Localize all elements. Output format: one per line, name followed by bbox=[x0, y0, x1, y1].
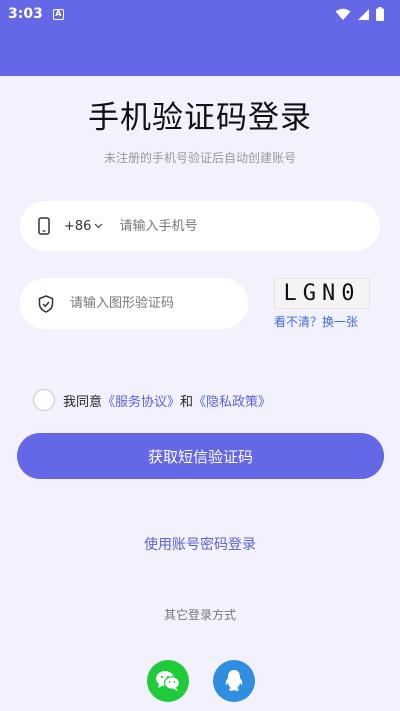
battery-icon bbox=[376, 7, 384, 21]
notification-a-icon: A bbox=[52, 8, 64, 20]
country-code-select[interactable]: +86 bbox=[64, 219, 103, 234]
agreement-checkbox[interactable] bbox=[33, 389, 55, 411]
phone-input[interactable] bbox=[119, 218, 320, 234]
agreement-row: 我同意 《服务协议》 和 《隐私政策》 bbox=[33, 389, 271, 411]
agreement-prefix: 我同意 bbox=[63, 394, 103, 410]
captcha-refresh-link[interactable]: 看不清？换一张 bbox=[274, 313, 358, 330]
phone-icon bbox=[38, 217, 50, 235]
signal-icon bbox=[358, 8, 369, 20]
service-agreement-link[interactable]: 《服务协议》 bbox=[102, 391, 180, 410]
page-title: 手机验证码登录 bbox=[88, 100, 312, 136]
wechat-login-button[interactable] bbox=[147, 660, 189, 702]
status-bar: 3:03 A bbox=[0, 0, 400, 28]
page-subtitle: 未注册的手机号验证后自动创建账号 bbox=[103, 151, 296, 165]
app-header bbox=[0, 28, 400, 76]
chevron-down-icon bbox=[94, 223, 103, 229]
privacy-policy-link[interactable]: 《隐私政策》 bbox=[193, 391, 271, 410]
captcha-field[interactable] bbox=[20, 278, 248, 329]
status-time: 3:03 bbox=[8, 6, 43, 22]
password-login-link[interactable]: 使用账号密码登录 bbox=[0, 534, 400, 554]
wifi-icon bbox=[335, 8, 351, 20]
agreement-conjunction: 和 bbox=[180, 394, 194, 410]
qq-icon bbox=[225, 670, 243, 691]
phone-field[interactable]: +86 bbox=[20, 201, 380, 251]
wechat-icon bbox=[156, 671, 181, 691]
qq-login-button[interactable] bbox=[213, 660, 255, 702]
other-login-label: 其它登录方式 bbox=[163, 608, 236, 622]
country-code: +86 bbox=[64, 218, 92, 234]
shield-check-icon bbox=[38, 294, 54, 313]
get-sms-code-button[interactable]: 获取短信验证码 bbox=[17, 433, 384, 479]
status-icons bbox=[335, 7, 384, 21]
captcha-input[interactable] bbox=[70, 296, 230, 311]
captcha-image[interactable]: LGN0 bbox=[274, 278, 370, 309]
